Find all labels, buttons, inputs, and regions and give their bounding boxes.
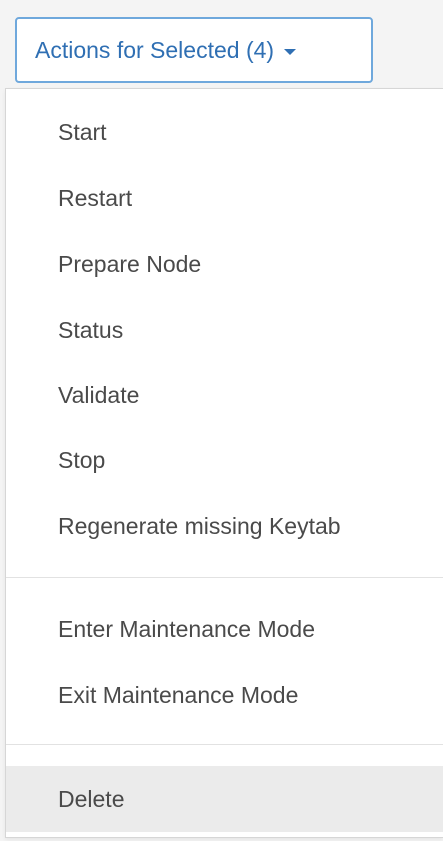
menu-item-start[interactable]: Start	[6, 99, 443, 165]
menu-item-label: Stop	[58, 446, 106, 473]
caret-down-icon	[284, 49, 297, 55]
actions-dropdown-menu: Start Restart Prepare Node Status Valida…	[5, 88, 443, 838]
menu-item-label: Regenerate missing Keytab	[58, 512, 341, 539]
menu-item-enter-maintenance-mode[interactable]: Enter Maintenance Mode	[6, 596, 443, 662]
menu-item-label: Exit Maintenance Mode	[58, 681, 299, 708]
menu-item-label: Status	[58, 316, 124, 343]
menu-divider	[6, 744, 443, 745]
menu-item-prepare-node[interactable]: Prepare Node	[6, 231, 443, 297]
menu-item-label: Validate	[58, 381, 140, 408]
menu-item-restart[interactable]: Restart	[6, 165, 443, 231]
menu-item-label: Prepare Node	[58, 250, 202, 277]
menu-divider	[6, 577, 443, 578]
app-stage: Actions for Selected (4) Start Restart P…	[0, 0, 443, 841]
menu-item-status[interactable]: Status	[6, 297, 443, 363]
menu-item-regenerate-missing-keytab[interactable]: Regenerate missing Keytab	[6, 493, 443, 559]
actions-for-selected-button[interactable]: Actions for Selected (4)	[15, 17, 373, 83]
menu-item-label: Delete	[58, 785, 125, 812]
menu-item-stop[interactable]: Stop	[6, 427, 443, 493]
menu-item-validate[interactable]: Validate	[6, 362, 443, 428]
menu-item-delete[interactable]: Delete	[6, 766, 443, 832]
menu-item-label: Enter Maintenance Mode	[58, 615, 315, 642]
actions-button-label: Actions for Selected (4)	[35, 36, 275, 63]
menu-item-exit-maintenance-mode[interactable]: Exit Maintenance Mode	[6, 662, 443, 728]
menu-item-label: Restart	[58, 184, 133, 211]
menu-item-label: Start	[58, 118, 107, 145]
